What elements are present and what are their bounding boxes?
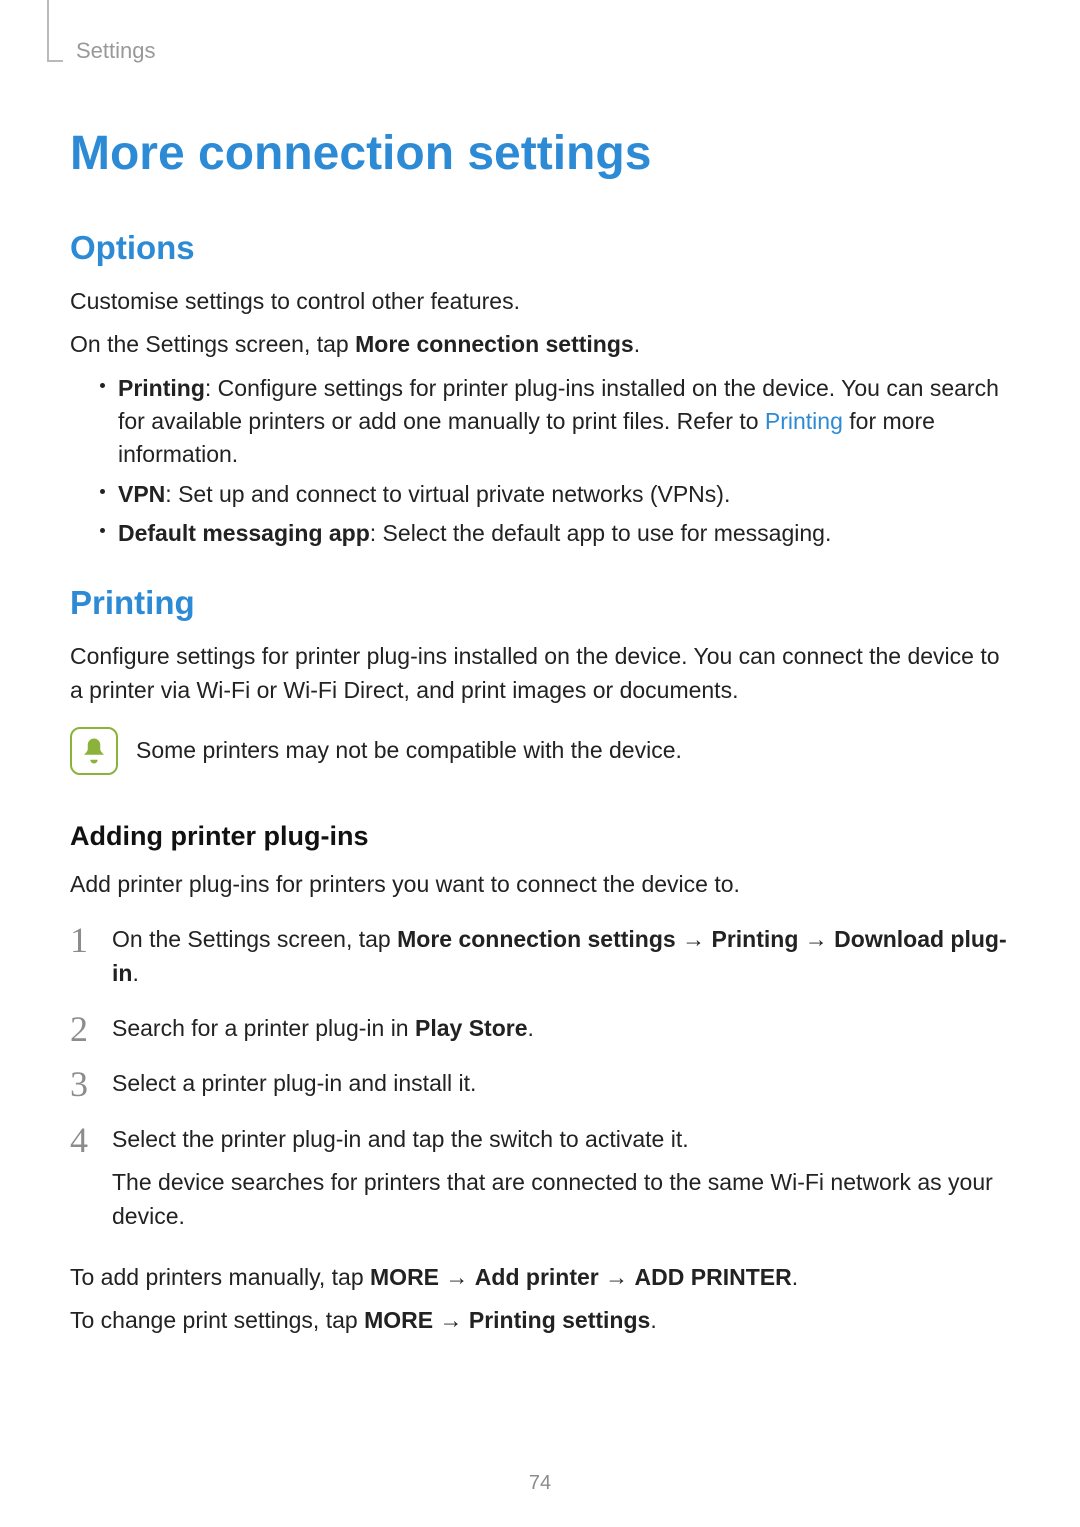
step-item: Select a printer plug-in and install it. [70, 1067, 1010, 1100]
text: . [528, 1015, 534, 1041]
page-number: 74 [0, 1472, 1080, 1495]
bullet-dot-icon [100, 489, 105, 494]
options-instruction: On the Settings screen, tap More connect… [70, 328, 1010, 361]
text: : Set up and connect to virtual private … [165, 481, 730, 507]
bold-text: More connection settings [355, 331, 634, 357]
text: . [792, 1264, 798, 1290]
bold-text: VPN [118, 481, 165, 507]
page-title: More connection settings [70, 126, 1010, 181]
bold-text: Printing [118, 375, 205, 401]
step-item: Select the printer plug-in and tap the s… [70, 1123, 1010, 1233]
tail-paragraph-1: To add printers manually, tap MORE → Add… [70, 1261, 1010, 1294]
text: Search for a printer plug-in in [112, 1015, 415, 1041]
text: . [132, 960, 138, 986]
note-row: Some printers may not be compatible with… [70, 727, 1010, 775]
bold-text: Printing [711, 926, 798, 952]
arrow-icon: → [676, 926, 712, 952]
text: To add printers manually, tap [70, 1264, 370, 1290]
page: Settings More connection settings Option… [0, 0, 1080, 1525]
arrow-icon: → [599, 1264, 635, 1290]
list-item: Printing: Configure settings for printer… [100, 372, 1010, 472]
text: . [650, 1307, 656, 1333]
bullet-dot-icon [100, 383, 105, 388]
options-bullet-list: Printing: Configure settings for printer… [100, 372, 1010, 551]
step-item: On the Settings screen, tap More connect… [70, 923, 1010, 990]
text: Select the printer plug-in and tap the s… [112, 1123, 1010, 1156]
section-heading-options: Options [70, 229, 1010, 267]
text: To change print settings, tap [70, 1307, 364, 1333]
subheading-adding-printer-plugins: Adding printer plug-ins [70, 821, 1010, 852]
arrow-icon: → [433, 1307, 469, 1333]
arrow-icon: → [798, 926, 834, 952]
list-item: VPN: Set up and connect to virtual priva… [100, 478, 1010, 511]
note-bell-icon [70, 727, 118, 775]
printing-intro: Configure settings for printer plug-ins … [70, 640, 1010, 707]
subintro: Add printer plug-ins for printers you wa… [70, 868, 1010, 901]
bold-text: MORE [364, 1307, 433, 1333]
bold-text: Add printer [475, 1264, 599, 1290]
running-header: Settings [76, 38, 1010, 64]
arrow-icon: → [439, 1264, 475, 1290]
bold-text: ADD PRINTER [635, 1264, 792, 1290]
text: On the Settings screen, tap [112, 926, 397, 952]
note-text: Some printers may not be compatible with… [136, 734, 682, 767]
list-item: Default messaging app: Select the defaul… [100, 517, 1010, 550]
step-item: Search for a printer plug-in in Play Sto… [70, 1012, 1010, 1045]
text: . [634, 331, 640, 357]
steps-list: On the Settings screen, tap More connect… [70, 923, 1010, 1232]
text: On the Settings screen, tap [70, 331, 355, 357]
bold-text: Printing settings [469, 1307, 650, 1333]
bold-text: Play Store [415, 1015, 528, 1041]
section-heading-printing: Printing [70, 584, 1010, 622]
text: : Select the default app to use for mess… [370, 520, 832, 546]
tail-paragraph-2: To change print settings, tap MORE → Pri… [70, 1304, 1010, 1337]
text: Select a printer plug-in and install it. [112, 1070, 476, 1096]
bold-text: MORE [370, 1264, 439, 1290]
bold-text: More connection settings [397, 926, 676, 952]
text: The device searches for printers that ar… [112, 1166, 1010, 1233]
bold-text: Default messaging app [118, 520, 370, 546]
bullet-dot-icon [100, 528, 105, 533]
page-corner-mark [47, 0, 63, 62]
options-intro: Customise settings to control other feat… [70, 285, 1010, 318]
link-printing[interactable]: Printing [765, 408, 843, 434]
